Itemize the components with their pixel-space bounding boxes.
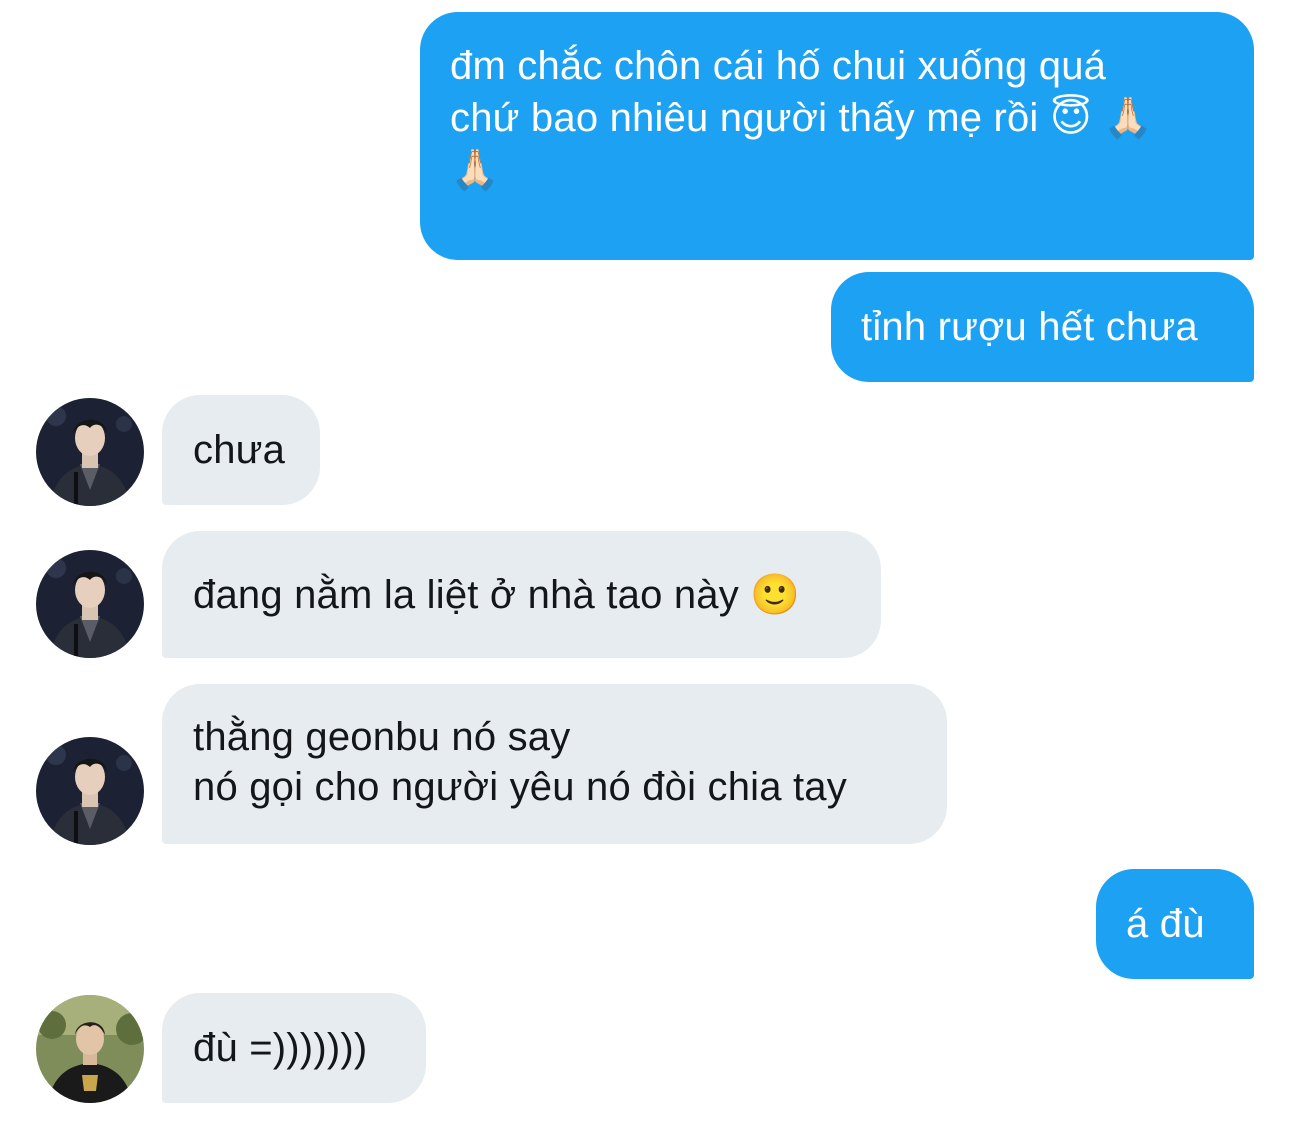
message-text-line: chứ bao nhiêu người thấy mẹ rồi 😇 🙏🏻 [450,96,1154,140]
message-text-line: chưa [193,428,286,472]
avatar-man-in-dark-coat-icon [36,398,144,506]
outgoing-message-bubble[interactable]: tỉnh rượu hết chưa [831,272,1254,382]
outgoing-message-bubble[interactable]: á đù [1096,869,1254,979]
message-text-line: đù =))))))) [193,1026,368,1070]
incoming-message-bubble[interactable]: đù =))))))) [162,993,426,1103]
message-text-line: 🙏🏻 [450,148,501,192]
avatar-man-in-dark-coat-icon [36,737,144,845]
message-text-line: thằng geonbu nó say [193,715,571,759]
outgoing-message-bubble[interactable]: đm chắc chôn cái hố chui xuống quá chứ b… [420,12,1254,260]
message-text-line: tỉnh rượu hết chưa [861,305,1198,349]
incoming-message-bubble[interactable]: chưa [162,395,320,505]
avatar[interactable] [36,550,144,658]
message-text-line: đm chắc chôn cái hố chui xuống quá [450,44,1107,88]
avatar[interactable] [36,737,144,845]
avatar[interactable] [36,995,144,1103]
message-text-line: nó gọi cho người yêu nó đòi chia tay [193,765,847,809]
message-text-line: á đù [1126,902,1205,946]
incoming-message-bubble[interactable]: đang nằm la liệt ở nhà tao này 🙂 [162,531,881,658]
incoming-message-bubble[interactable]: thằng geonbu nó say nó gọi cho người yêu… [162,684,947,844]
avatar-man-in-jersey-icon [36,995,144,1103]
avatar-man-in-dark-coat-icon [36,550,144,658]
avatar[interactable] [36,398,144,506]
message-text-line: đang nằm la liệt ở nhà tao này 🙂 [193,573,801,617]
